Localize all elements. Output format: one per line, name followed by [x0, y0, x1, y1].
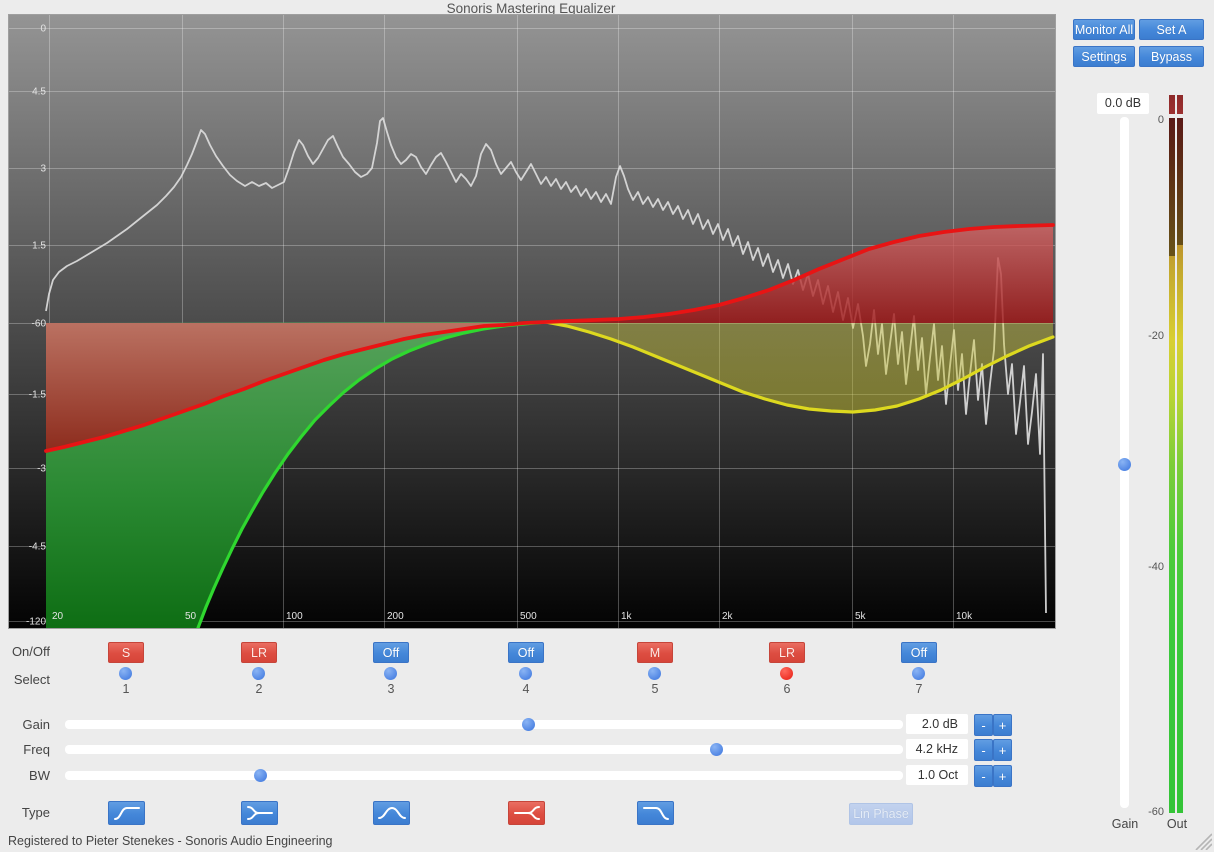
bw-row-label: BW	[0, 768, 50, 783]
freq-value-box[interactable]: 4.2 kHz	[906, 739, 968, 759]
lin-phase-button[interactable]: Lin Phase	[849, 803, 913, 825]
band3-number-label: 3	[381, 682, 401, 696]
highshelf-icon	[510, 802, 544, 824]
freq-slider-knob[interactable]	[710, 743, 723, 756]
svg-text:0: 0	[40, 24, 46, 35]
meter-bar-right	[1177, 118, 1183, 813]
band1-onoff-button[interactable]: S	[108, 642, 144, 663]
svg-text:5k: 5k	[855, 611, 867, 622]
highpass-icon	[110, 802, 144, 824]
gain-slider-track[interactable]	[65, 720, 903, 729]
plugin-window: { "window": { "title": "Sonoris Masterin…	[0, 0, 1214, 852]
meter-scale--40: -40	[1132, 561, 1164, 573]
bw-increment-button[interactable]: +	[993, 765, 1012, 787]
bw-decrement-button[interactable]: -	[974, 765, 993, 787]
svg-text:10k: 10k	[956, 611, 973, 622]
svg-text:-1.5: -1.5	[29, 390, 47, 401]
output-gain-fader-knob[interactable]	[1118, 458, 1131, 471]
svg-text:500: 500	[520, 611, 537, 622]
freq-increment-button[interactable]: +	[993, 739, 1012, 761]
monitor-all-button[interactable]: Monitor All	[1073, 19, 1135, 40]
freq-slider-track[interactable]	[65, 745, 903, 754]
svg-text:-4.5: -4.5	[29, 542, 47, 553]
settings-button[interactable]: Settings	[1073, 46, 1135, 67]
fader-gain-label: Gain	[1102, 817, 1148, 831]
select-row-label: Select	[0, 672, 50, 687]
band4-onoff-button[interactable]: Off	[508, 642, 544, 663]
band5-onoff-button[interactable]: M	[637, 642, 673, 663]
meter-scale--20: -20	[1132, 330, 1164, 342]
band2-type-button[interactable]	[241, 801, 278, 825]
band7-select-radio[interactable]	[912, 667, 925, 680]
band1-type-button[interactable]	[108, 801, 145, 825]
meter-peak-left	[1169, 95, 1175, 114]
svg-text:50: 50	[185, 611, 197, 622]
svg-text:100: 100	[286, 611, 303, 622]
eq-display[interactable]: 0 4.5 3 1.5 -60 -1.5 -3 -4.5 -120 20 50 100 200 500 1k…	[8, 14, 1056, 629]
gain-increment-button[interactable]: +	[993, 714, 1012, 736]
bw-slider-track[interactable]	[65, 771, 903, 780]
band4-number-label: 4	[516, 682, 536, 696]
gain-row-label: Gain	[0, 717, 50, 732]
band4-type-button[interactable]	[508, 801, 545, 825]
band4-select-radio[interactable]	[519, 667, 532, 680]
bell-icon	[375, 802, 409, 824]
svg-text:-3: -3	[37, 464, 46, 475]
output-level-readout: 0.0 dB	[1097, 93, 1149, 114]
band7-number-label: 7	[909, 682, 929, 696]
resize-grip[interactable]	[1188, 826, 1212, 850]
svg-text:-60: -60	[32, 319, 47, 330]
gain-slider-knob[interactable]	[522, 718, 535, 731]
meter-peak-right	[1177, 95, 1183, 114]
freq-decrement-button[interactable]: -	[974, 739, 993, 761]
band2-select-radio[interactable]	[252, 667, 265, 680]
freq-row-label: Freq	[0, 742, 50, 757]
svg-text:3: 3	[40, 164, 46, 175]
lowpass-icon	[639, 802, 673, 824]
bypass-button[interactable]: Bypass	[1139, 46, 1204, 67]
band2-number-label: 2	[249, 682, 269, 696]
meter-scale--60: -60	[1132, 806, 1164, 818]
gain-decrement-button[interactable]: -	[974, 714, 993, 736]
band1-select-radio[interactable]	[119, 667, 132, 680]
band6-onoff-button[interactable]: LR	[769, 642, 805, 663]
bw-slider-knob[interactable]	[254, 769, 267, 782]
svg-text:20: 20	[52, 611, 64, 622]
bw-value-box[interactable]: 1.0 Oct	[906, 765, 968, 785]
band3-onoff-button[interactable]: Off	[373, 642, 409, 663]
registration-text: Registered to Pieter Stenekes - Sonoris …	[8, 834, 333, 848]
svg-text:1k: 1k	[621, 611, 633, 622]
eq-graph-svg: 0 4.5 3 1.5 -60 -1.5 -3 -4.5 -120 20 50 100 200 500 1k…	[9, 15, 1055, 628]
set-a-button[interactable]: Set A	[1139, 19, 1204, 40]
svg-text:200: 200	[387, 611, 404, 622]
svg-text:1.5: 1.5	[32, 241, 46, 252]
meter-bar-left	[1169, 118, 1175, 813]
band5-number-label: 5	[645, 682, 665, 696]
band3-select-radio[interactable]	[384, 667, 397, 680]
band6-select-radio[interactable]	[780, 667, 793, 680]
svg-text:4.5: 4.5	[32, 87, 46, 98]
band3-type-button[interactable]	[373, 801, 410, 825]
band1-number-label: 1	[116, 682, 136, 696]
svg-text:-120: -120	[26, 617, 46, 628]
band5-type-button[interactable]	[637, 801, 674, 825]
band6-number-label: 6	[777, 682, 797, 696]
svg-text:2k: 2k	[722, 611, 734, 622]
type-row-label: Type	[0, 805, 50, 820]
meter-scale-0: 0	[1132, 114, 1164, 126]
lowshelf-icon	[243, 802, 277, 824]
band7-onoff-button[interactable]: Off	[901, 642, 937, 663]
gain-value-box[interactable]: 2.0 dB	[906, 714, 968, 734]
band5-select-radio[interactable]	[648, 667, 661, 680]
onoff-row-label: On/Off	[0, 644, 50, 659]
band2-onoff-button[interactable]: LR	[241, 642, 277, 663]
